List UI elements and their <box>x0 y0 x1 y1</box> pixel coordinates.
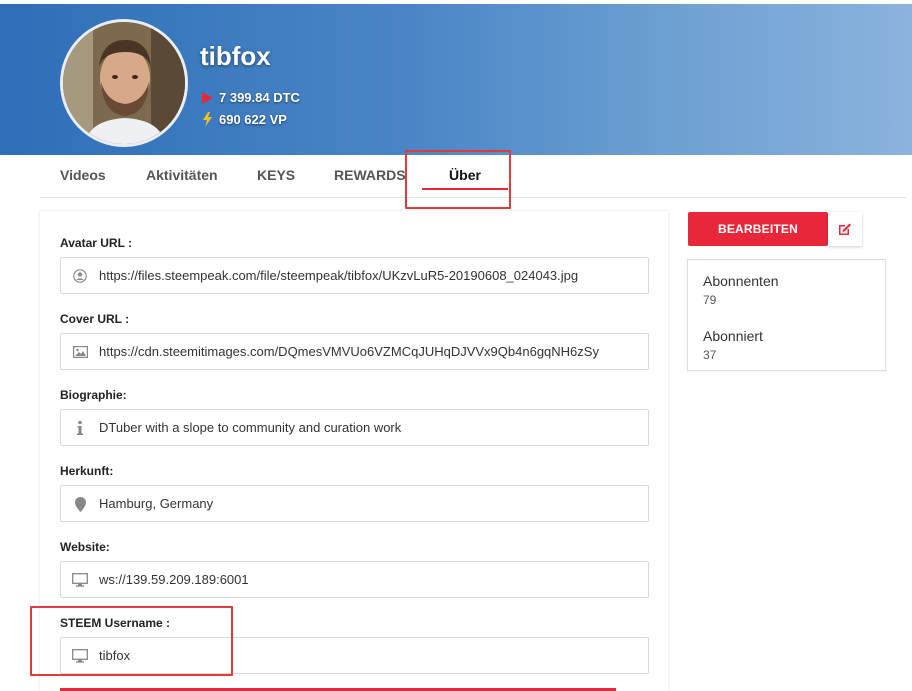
avatar-url-field[interactable]: https://files.steempeak.com/file/steempe… <box>60 257 649 294</box>
cover-url-label: Cover URL : <box>60 312 130 326</box>
channel-tabs: Videos Aktivitäten KEYS REWARDS Über <box>40 155 906 198</box>
vp-balance-value: 690 622 VP <box>219 112 287 127</box>
website-label: Website: <box>60 540 110 554</box>
steem-username-value: tibfox <box>99 648 131 663</box>
cover-url-field[interactable]: https://cdn.steemitimages.com/DQmesVMVUo… <box>60 333 649 370</box>
user-circle-icon <box>72 268 88 284</box>
dtc-balance: 7 399.84 DTC <box>201 90 300 105</box>
desktop-icon <box>72 572 88 588</box>
tab-active-indicator <box>422 188 508 190</box>
origin-field[interactable]: Hamburg, Germany <box>60 485 649 522</box>
tab-keys[interactable]: KEYS <box>257 155 295 198</box>
map-marker-icon <box>72 496 88 512</box>
steem-username-label: STEEM Username : <box>60 616 171 630</box>
biography-label: Biographie: <box>60 388 127 402</box>
lightning-icon <box>203 112 212 127</box>
tab-aktivitaeten[interactable]: Aktivitäten <box>146 155 218 198</box>
tab-ueber[interactable]: Über <box>422 155 508 198</box>
image-icon <box>72 344 88 360</box>
edit-icon-button[interactable] <box>828 212 862 246</box>
channel-about-page: tibfox 7 399.84 DTC 690 622 VP Videos Ak… <box>0 0 912 691</box>
biography-value: DTuber with a slope to community and cur… <box>99 420 402 435</box>
avatar-url-label: Avatar URL : <box>60 236 133 250</box>
website-field[interactable]: ws://139.59.209.189:6001 <box>60 561 649 598</box>
channel-cover-banner: tibfox 7 399.84 DTC 690 622 VP <box>0 4 912 155</box>
info-icon <box>72 420 88 436</box>
tab-rewards[interactable]: REWARDS <box>334 155 406 198</box>
edit-icon <box>839 223 851 235</box>
dtc-balance-value: 7 399.84 DTC <box>219 90 300 105</box>
steem-username-field[interactable]: tibfox <box>60 637 649 674</box>
channel-name: tibfox <box>200 41 271 71</box>
subscription-stats-card: Abonnenten 79 Abonniert 37 <box>687 259 886 371</box>
subscribed-count: 37 <box>703 348 717 362</box>
desktop-icon <box>72 648 88 664</box>
channel-avatar[interactable] <box>60 19 188 147</box>
edit-button[interactable]: BEARBEITEN <box>688 212 828 246</box>
website-value: ws://139.59.209.189:6001 <box>99 572 249 587</box>
origin-label: Herkunft: <box>60 464 114 478</box>
tab-videos[interactable]: Videos <box>60 155 106 198</box>
play-icon <box>202 91 213 104</box>
cover-url-value: https://cdn.steemitimages.com/DQmesVMVUo… <box>99 344 599 359</box>
avatar-url-value: https://files.steempeak.com/file/steempe… <box>99 268 579 283</box>
vp-balance: 690 622 VP <box>201 112 287 127</box>
subscribers-label: Abonnenten <box>703 273 779 289</box>
avatar-photo <box>63 22 185 144</box>
origin-value: Hamburg, Germany <box>99 496 214 511</box>
subscribed-label: Abonniert <box>703 328 763 344</box>
subscribers-count: 79 <box>703 293 717 307</box>
biography-field[interactable]: DTuber with a slope to community and cur… <box>60 409 649 446</box>
